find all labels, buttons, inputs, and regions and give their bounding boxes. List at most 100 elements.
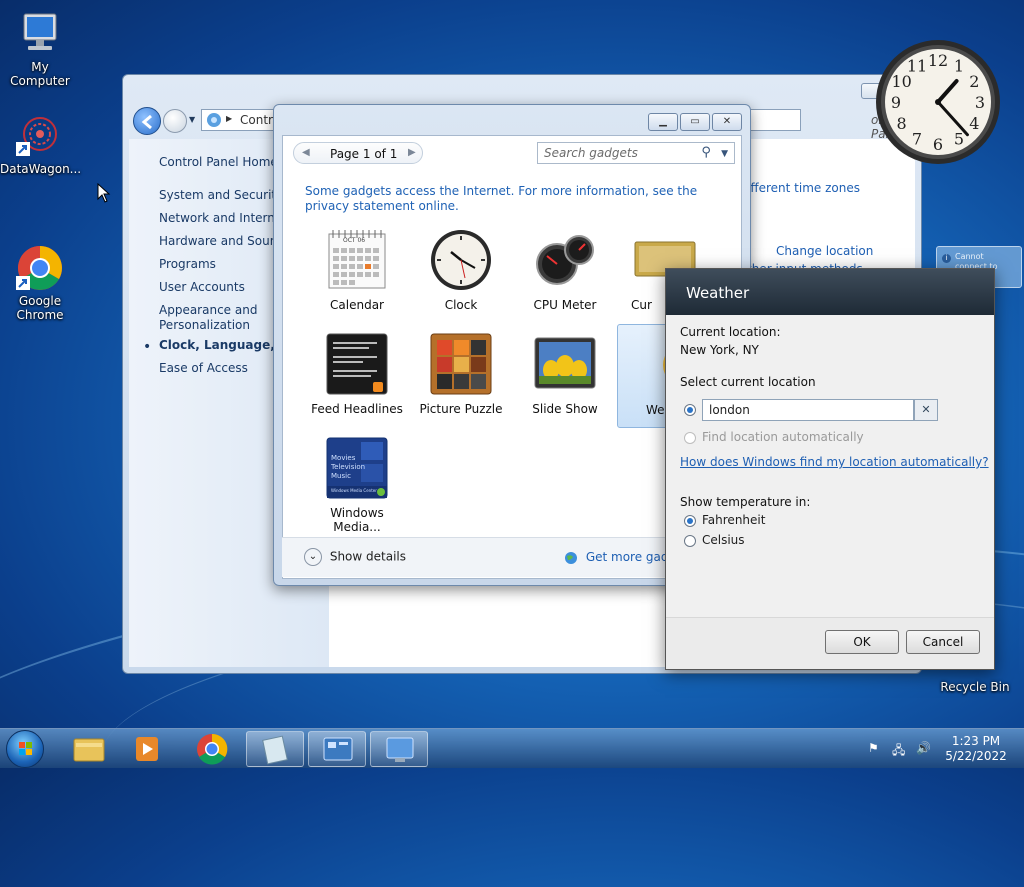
find-automatically-option: Find location automatically <box>684 430 864 444</box>
taskbar-control-panel[interactable] <box>370 731 428 767</box>
sidebar-item-network[interactable]: Network and Internet <box>159 211 287 226</box>
slide-show-icon <box>533 332 597 396</box>
desktop-icon-my-computer[interactable]: My Computer <box>0 10 80 88</box>
tray-date: 5/22/2022 <box>945 749 1007 763</box>
current-location-label: Current location: <box>680 325 781 339</box>
gadget-slide-show[interactable]: Slide Show <box>513 332 617 416</box>
gadget-feed-headlines[interactable]: Feed Headlines <box>305 332 409 416</box>
gadget-label: Feed Headlines <box>311 402 403 416</box>
start-button[interactable] <box>6 730 44 768</box>
sidebar-item-home[interactable]: Control Panel Home <box>159 155 278 170</box>
clock-number: 5 <box>954 129 964 148</box>
clock-icon <box>429 228 493 292</box>
desktop-clock-gadget[interactable]: 12 1 2 3 4 5 6 7 8 9 10 11 <box>874 38 1002 166</box>
taskbar: ⚑ 🖧 🔊 1:23 PM 5/22/2022 <box>0 728 1024 768</box>
search-controls: ⚲ ▼ <box>701 145 728 160</box>
gadget-label: Windows Media... <box>330 506 384 534</box>
datawagon-icon <box>16 112 64 160</box>
page-navigator: ◀ Page 1 of 1 ▶ <box>293 142 423 164</box>
history-dropdown-icon[interactable]: ▼ <box>189 115 195 124</box>
celsius-option[interactable]: Celsius <box>684 533 745 547</box>
find-automatically-radio <box>684 431 696 444</box>
gadget-cpu-meter[interactable]: CPU Meter <box>513 228 617 312</box>
action-center-flag-icon[interactable]: ⚑ <box>868 741 879 755</box>
globe-icon <box>564 550 586 564</box>
gadget-windows-media[interactable]: Movies Television Music Windows Media Ce… <box>305 436 409 534</box>
active-bullet-icon: • <box>143 339 152 355</box>
find-automatically-label: Find location automatically <box>702 430 864 444</box>
gadget-picture-puzzle[interactable]: Picture Puzzle <box>409 332 513 416</box>
gadget-label: Calendar <box>330 298 384 312</box>
forward-button[interactable] <box>163 109 187 133</box>
info-icon: i <box>942 254 951 263</box>
taskbar-gadgets[interactable] <box>308 731 366 767</box>
clock-number: 2 <box>969 72 979 91</box>
gadget-calendar[interactable]: OCT 06 Calendar <box>305 228 409 312</box>
mouse-cursor-icon <box>97 183 111 203</box>
desktop-icon-datawagon[interactable]: DataWagon... <box>0 112 82 176</box>
ok-button[interactable]: OK <box>825 630 899 654</box>
clock-number: 7 <box>912 129 922 148</box>
minimize-button[interactable]: ▁ <box>648 113 678 131</box>
system-tray: ⚑ 🖧 🔊 1:23 PM 5/22/2022 <box>860 729 1024 769</box>
calendar-month: OCT 06 <box>343 237 366 244</box>
clock-display[interactable]: 1:23 PM 5/22/2022 <box>944 734 1008 764</box>
cancel-button[interactable]: Cancel <box>906 630 980 654</box>
location-input[interactable]: london <box>702 399 914 421</box>
prev-page-icon[interactable]: ◀ <box>302 147 310 158</box>
gadget-label: Picture Puzzle <box>419 402 503 416</box>
weather-title: Weather <box>666 269 994 315</box>
celsius-radio[interactable] <box>684 534 696 547</box>
clock-number: 6 <box>933 135 943 154</box>
manual-location-radio[interactable] <box>684 404 696 416</box>
clock-number: 3 <box>975 93 985 112</box>
gadget-clock[interactable]: Clock <box>409 228 513 312</box>
current-location-value: New York, NY <box>680 343 759 357</box>
sidebar-item-hardware[interactable]: Hardware and Sound <box>159 234 285 249</box>
desktop-icon-label: DataWagon... <box>0 162 82 176</box>
weather-options-dialog: Weather Current location: New York, NY S… <box>665 268 995 670</box>
media-center-caption: Windows Media Center <box>331 488 377 493</box>
get-more-gadgets-link[interactable]: Get more gadg <box>564 550 676 565</box>
next-page-icon[interactable]: ▶ <box>408 147 416 158</box>
desktop-icon-label: Google Chrome <box>16 294 64 322</box>
clear-location-button[interactable]: ✕ <box>914 399 938 421</box>
sidebar-item-appearance[interactable]: Appearance and Personalization <box>159 303 257 333</box>
internet-info-text[interactable]: Some gadgets access the Internet. For mo… <box>305 184 725 214</box>
taskbar-media-player[interactable] <box>118 731 176 767</box>
clock-number: 1 <box>954 57 964 76</box>
maximize-button[interactable]: ▭ <box>680 113 710 131</box>
taskbar-chrome[interactable] <box>183 731 241 767</box>
fahrenheit-option[interactable]: Fahrenheit <box>684 513 765 527</box>
media-player-icon <box>136 737 158 761</box>
gadget-label: Slide Show <box>532 402 598 416</box>
sidebar-item-programs[interactable]: Programs <box>159 257 216 272</box>
time-zones-link[interactable]: ifferent time zones <box>747 181 860 195</box>
celsius-label: Celsius <box>702 533 745 547</box>
sidebar-item-system-security[interactable]: System and Security <box>159 188 283 203</box>
search-icon[interactable]: ⚲ <box>701 145 711 160</box>
network-icon[interactable]: 🖧 <box>892 741 905 762</box>
get-more-label: Get more gadg <box>585 550 677 564</box>
close-button[interactable]: ✕ <box>712 113 742 131</box>
show-details-button[interactable]: ⌄ Show details <box>304 548 406 566</box>
gadget-label: Clock <box>444 298 478 312</box>
back-button[interactable] <box>133 107 161 135</box>
desktop-icon-google-chrome[interactable]: Google Chrome <box>0 216 80 336</box>
breadcrumb-arrow-icon: ▶ <box>226 114 233 123</box>
taskbar-notepad[interactable] <box>246 731 304 767</box>
sidebar-item-user-accounts[interactable]: User Accounts <box>159 280 245 295</box>
how-find-location-link[interactable]: How does Windows find my location automa… <box>680 455 989 469</box>
clock-number: 11 <box>907 57 927 76</box>
taskbar-explorer[interactable] <box>60 731 118 767</box>
sidebar-item-ease-of-access[interactable]: Ease of Access <box>159 361 248 376</box>
volume-icon[interactable]: 🔊 <box>916 741 931 755</box>
change-location-link[interactable]: Change location <box>776 244 873 258</box>
chrome-icon <box>197 733 228 765</box>
search-dropdown-icon[interactable]: ▼ <box>721 149 728 159</box>
chrome-icon <box>16 230 64 290</box>
back-arrow-icon <box>141 114 152 130</box>
search-gadgets-input[interactable]: Search gadgets ⚲ ▼ <box>537 142 735 164</box>
fahrenheit-radio[interactable] <box>684 514 696 527</box>
chevron-down-icon: ⌄ <box>304 548 322 566</box>
